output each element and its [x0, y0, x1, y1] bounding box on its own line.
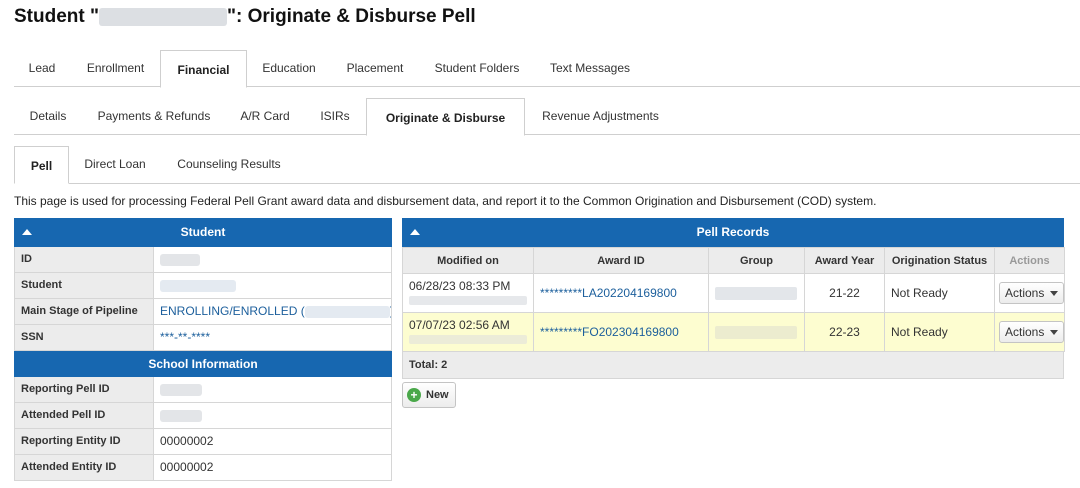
modified-cell: 06/28/23 08:33 PM — [402, 273, 534, 313]
actions-dropdown[interactable]: Actions — [999, 321, 1064, 343]
attended-entity-value: 00000002 — [160, 460, 214, 474]
main-tab-bar: Lead Enrollment Financial Education Plac… — [14, 50, 1080, 88]
actions-label: Actions — [1005, 325, 1045, 339]
col-actions: Actions — [994, 247, 1065, 274]
col-modified-on[interactable]: Modified on — [402, 247, 534, 274]
pipeline-stage-value: ENROLLING/ENROLLED ( — [160, 304, 305, 318]
pell-records-title: Pell Records — [696, 225, 770, 239]
group-cell — [708, 312, 805, 352]
new-button-label: New — [426, 389, 449, 401]
student-id-label: ID — [15, 247, 154, 272]
tab-revenue-adjustments[interactable]: Revenue Adjustments — [525, 98, 676, 135]
status-cell: Not Ready — [884, 273, 995, 313]
school-info-header: School Information — [14, 351, 392, 377]
col-award-year[interactable]: Award Year — [804, 247, 885, 274]
redacted-student-id — [160, 253, 200, 266]
title-prefix: Student " — [14, 6, 99, 27]
ssn-row: SSN ***-**-**** — [14, 325, 392, 351]
redacted-group — [715, 326, 797, 340]
table-row: 07/07/23 02:56 AM *********FO20230416980… — [402, 312, 1065, 352]
tab-direct-loan[interactable]: Direct Loan — [69, 146, 161, 183]
total-count: Total: 2 — [402, 352, 1064, 379]
student-id-row: ID — [14, 247, 392, 273]
pipeline-stage-row: Main Stage of Pipeline ENROLLING/ENROLLE… — [14, 299, 392, 325]
tab-counseling-results[interactable]: Counseling Results — [161, 146, 297, 183]
group-cell — [708, 273, 805, 313]
financial-tab-bar: Details Payments & Refunds A/R Card ISIR… — [14, 98, 1080, 136]
status-cell: Not Ready — [884, 312, 995, 352]
modified-date: 07/07/23 02:56 AM — [409, 317, 510, 332]
student-name-row: Student — [14, 273, 392, 299]
tab-placement[interactable]: Placement — [331, 50, 419, 87]
pell-records-panel: Pell Records Modified on Award ID Group … — [402, 218, 1065, 379]
tab-student-folders[interactable]: Student Folders — [419, 50, 535, 87]
attended-pell-row: Attended Pell ID — [14, 403, 392, 429]
actions-label: Actions — [1005, 286, 1045, 300]
plus-circle-icon: + — [407, 388, 421, 402]
redacted-stage-detail — [304, 305, 390, 318]
pell-records-table: Modified on Award ID Group Award Year Or… — [402, 247, 1065, 352]
pipeline-stage-label: Main Stage of Pipeline — [15, 299, 154, 324]
table-header-row: Modified on Award ID Group Award Year Or… — [402, 247, 1065, 274]
chevron-down-icon — [1049, 330, 1058, 336]
page-description: This page is used for processing Federal… — [14, 194, 877, 208]
attended-entity-row: Attended Entity ID 00000002 — [14, 455, 392, 481]
tab-isirs[interactable]: ISIRs — [304, 98, 366, 135]
redacted-modified-by — [409, 334, 527, 344]
actions-cell: Actions — [994, 312, 1065, 352]
redacted-student-name — [99, 7, 227, 26]
title-suffix: ": Originate & Disburse Pell — [227, 6, 476, 27]
tab-originate-disburse[interactable]: Originate & Disburse — [366, 98, 525, 136]
actions-cell: Actions — [994, 273, 1065, 313]
collapse-icon[interactable] — [22, 218, 32, 247]
attended-entity-label: Attended Entity ID — [15, 455, 154, 480]
redacted-group — [715, 287, 797, 301]
student-panel: Student ID Student Main Stage of Pipelin… — [14, 218, 392, 481]
student-panel-header[interactable]: Student — [14, 218, 392, 247]
col-origination-status[interactable]: Origination Status — [884, 247, 995, 274]
reporting-entity-value: 00000002 — [160, 434, 214, 448]
ssn-label: SSN — [15, 325, 154, 350]
reporting-entity-label: Reporting Entity ID — [15, 429, 154, 454]
actions-dropdown[interactable]: Actions — [999, 282, 1064, 304]
redacted-modified-by — [409, 295, 527, 305]
tab-text-messages[interactable]: Text Messages — [535, 50, 645, 87]
tab-enrollment[interactable]: Enrollment — [70, 50, 161, 87]
origination-tab-bar: Pell Direct Loan Counseling Results — [14, 146, 1080, 184]
page-title: Student " ": Originate & Disburse Pell — [14, 6, 476, 28]
award-id-link[interactable]: *********LA202204169800 — [533, 273, 709, 313]
award-year-cell: 21-22 — [804, 273, 885, 313]
new-pell-record-button[interactable]: + New — [402, 382, 456, 408]
tab-lead[interactable]: Lead — [14, 50, 70, 87]
collapse-icon[interactable] — [410, 218, 420, 247]
student-panel-title: Student — [180, 225, 226, 239]
tab-financial[interactable]: Financial — [160, 50, 247, 88]
redacted-reporting-pell-id — [160, 383, 202, 396]
modified-date: 06/28/23 08:33 PM — [409, 278, 511, 293]
col-group[interactable]: Group — [708, 247, 805, 274]
tab-education[interactable]: Education — [247, 50, 331, 87]
tab-pell[interactable]: Pell — [14, 146, 69, 184]
col-award-id[interactable]: Award ID — [533, 247, 709, 274]
tab-payments-refunds[interactable]: Payments & Refunds — [82, 98, 226, 135]
redacted-student-name-link[interactable] — [160, 279, 236, 292]
reporting-pell-row: Reporting Pell ID — [14, 377, 392, 403]
pipeline-stage-close: ) — [390, 304, 391, 318]
award-year-cell: 22-23 — [804, 312, 885, 352]
tab-details[interactable]: Details — [14, 98, 82, 135]
reporting-entity-row: Reporting Entity ID 00000002 — [14, 429, 392, 455]
redacted-attended-pell-id — [160, 409, 202, 422]
chevron-down-icon — [1049, 291, 1058, 297]
pell-records-header[interactable]: Pell Records — [402, 218, 1064, 247]
ssn-value[interactable]: ***-**-**** — [154, 325, 391, 350]
reporting-pell-label: Reporting Pell ID — [15, 377, 154, 402]
pipeline-stage-link[interactable]: ENROLLING/ENROLLED () — [154, 299, 391, 324]
student-name-label: Student — [15, 273, 154, 298]
modified-cell: 07/07/23 02:56 AM — [402, 312, 534, 352]
award-id-link[interactable]: *********FO202304169800 — [533, 312, 709, 352]
attended-pell-label: Attended Pell ID — [15, 403, 154, 428]
tab-ar-card[interactable]: A/R Card — [226, 98, 304, 135]
table-row: 06/28/23 08:33 PM *********LA20220416980… — [402, 273, 1065, 313]
